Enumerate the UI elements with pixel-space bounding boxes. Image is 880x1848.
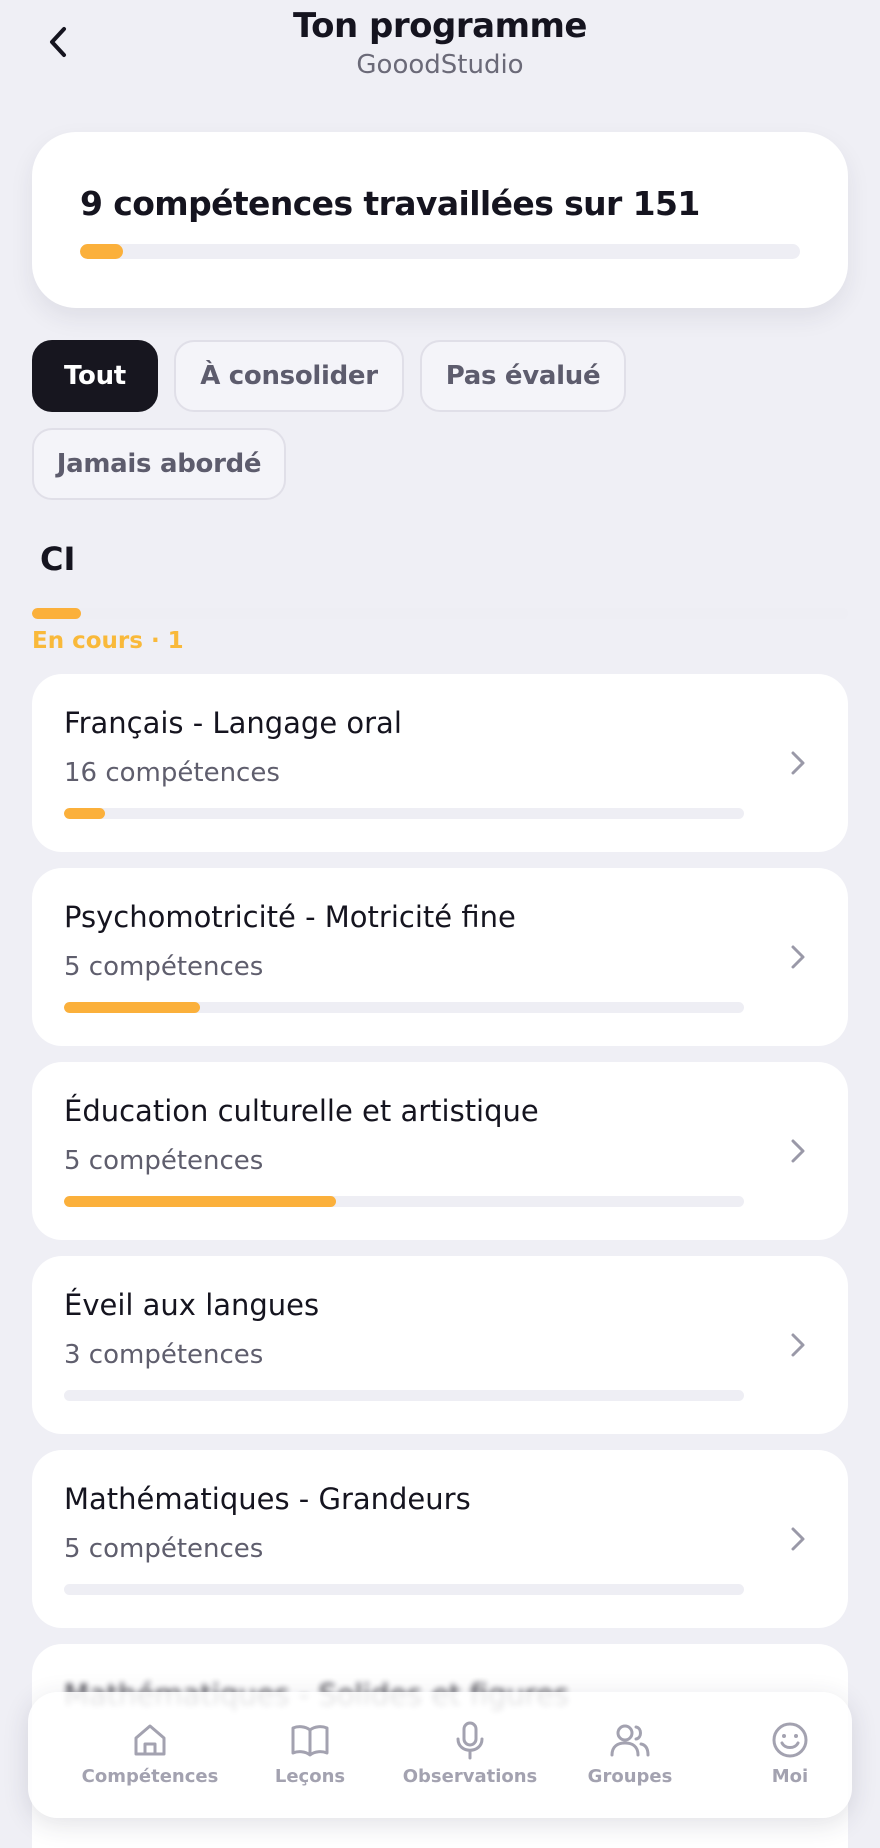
page-title: Ton programme <box>292 6 588 46</box>
top-bar: Ton programme GooodStudio <box>0 0 880 100</box>
subject-title: Psychomotricité - Motricité fine <box>64 900 516 934</box>
bottom-tab-bar: Compétences Leçons Observations Groupes <box>28 1692 852 1818</box>
subject-progress-bar <box>64 1390 744 1401</box>
tab-label: Leçons <box>274 1766 346 1787</box>
smiley-icon <box>772 1722 808 1758</box>
tab-groupes[interactable]: Groupes <box>550 1692 710 1818</box>
subject-count: 3 compétences <box>64 1340 264 1370</box>
page-subtitle: GooodStudio <box>356 50 524 80</box>
subject-count: 16 compétences <box>64 758 280 788</box>
subject-progress-fill <box>64 808 105 819</box>
filter-chip-tout[interactable]: Tout <box>32 340 158 412</box>
subject-progress-fill <box>64 1002 200 1013</box>
subject-progress-bar <box>64 1196 744 1207</box>
chevron-right-icon <box>791 1527 805 1551</box>
filter-chip-jamais-aborde[interactable]: Jamais abordé <box>32 428 286 500</box>
section-status: En cours · 1 <box>32 628 184 654</box>
users-icon <box>610 1724 650 1757</box>
summary-text: 9 compétences travaillées sur 151 <box>80 184 700 223</box>
home-icon <box>134 1724 166 1756</box>
subject-title: Éveil aux langues <box>64 1288 320 1322</box>
subject-title: Éducation culturelle et artistique <box>64 1094 539 1128</box>
section-progress-bar <box>32 608 848 619</box>
tab-label: Moi <box>771 1766 809 1787</box>
filter-chip-a-consolider[interactable]: À consolider <box>174 340 404 412</box>
tab-moi[interactable]: Moi <box>710 1692 870 1818</box>
tab-label: Observations <box>402 1766 538 1787</box>
summary-progress-fill <box>80 244 124 259</box>
chevron-right-icon <box>791 1139 805 1163</box>
subject-count: 5 compétences <box>64 952 264 982</box>
chevron-right-icon <box>791 945 805 969</box>
filter-chip-pas-evalue[interactable]: Pas évalué <box>420 340 626 412</box>
subject-progress-bar <box>64 1584 744 1595</box>
tab-observations[interactable]: Observations <box>390 1692 550 1818</box>
tab-lecons[interactable]: Leçons <box>230 1692 390 1818</box>
subject-card[interactable]: Mathématiques - Grandeurs 5 compétences <box>32 1450 848 1628</box>
section-title: CI <box>40 540 76 578</box>
section-progress-fill <box>32 608 81 619</box>
subject-title: Mathématiques - Grandeurs <box>64 1482 471 1516</box>
subject-count: 5 compétences <box>64 1534 264 1564</box>
subject-progress-bar <box>64 1002 744 1013</box>
subject-progress-fill <box>64 1196 336 1207</box>
book-icon <box>291 1725 329 1757</box>
subject-card[interactable]: Français - Langage oral 16 compétences <box>32 674 848 852</box>
subject-count: 5 compétences <box>64 1146 264 1176</box>
tab-label: Groupes <box>587 1766 673 1787</box>
subject-card[interactable]: Éducation culturelle et artistique 5 com… <box>32 1062 848 1240</box>
tab-competences[interactable]: Compétences <box>70 1692 230 1818</box>
summary-card: 9 compétences travaillées sur 151 <box>32 132 848 308</box>
chevron-right-icon <box>791 751 805 775</box>
chevron-right-icon <box>791 1333 805 1357</box>
subject-title: Français - Langage oral <box>64 706 402 740</box>
subject-progress-bar <box>64 808 744 819</box>
subject-card[interactable]: Psychomotricité - Motricité fine 5 compé… <box>32 868 848 1046</box>
microphone-icon <box>456 1721 484 1760</box>
subject-card[interactable]: Éveil aux langues 3 compétences <box>32 1256 848 1434</box>
tab-label: Compétences <box>81 1766 219 1787</box>
summary-progress-bar <box>80 244 800 259</box>
